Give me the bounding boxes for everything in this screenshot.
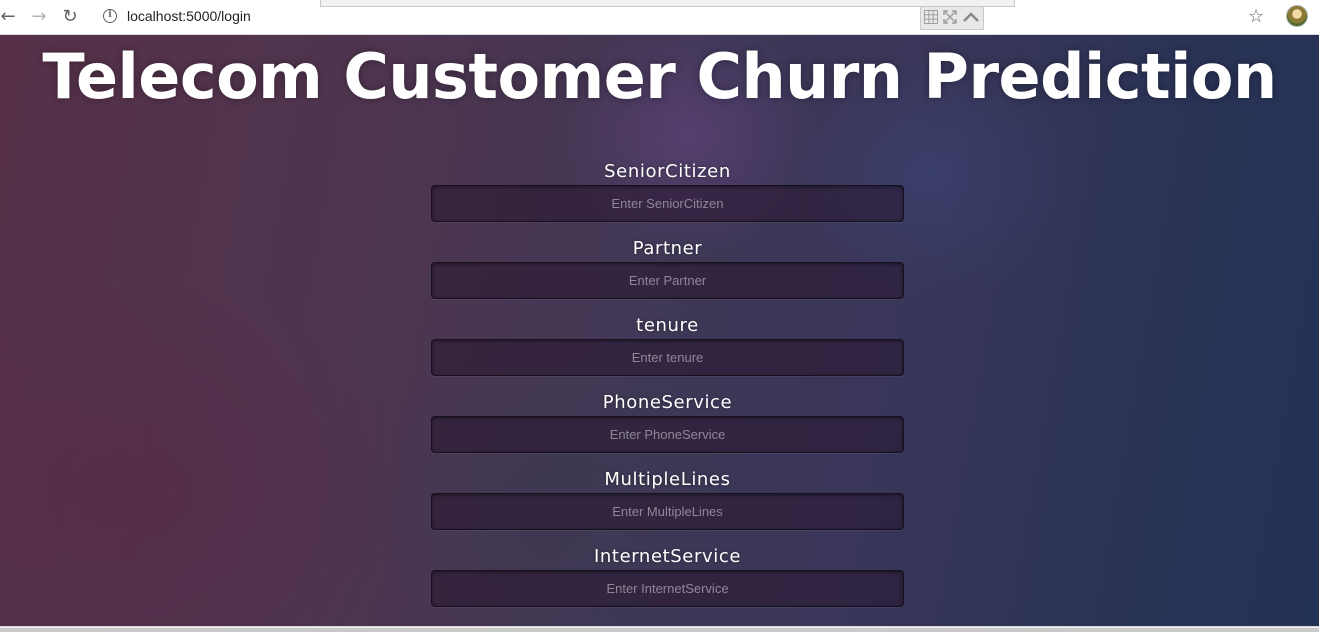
screenshot-tool-strip [320,0,1015,7]
field-label-partner: Partner [632,238,703,259]
internetservice-input[interactable] [431,570,904,607]
field-label-internetservice: InternetService [594,546,741,567]
field-group-internetservice: InternetService [430,544,905,621]
back-button[interactable]: ← [0,5,20,29]
background-glow [0,275,420,626]
address-bar[interactable]: localhost:5000/login [127,8,251,24]
scrollbar-thumb[interactable] [0,628,1319,632]
chevron-up-icon[interactable] [962,11,980,25]
forward-button[interactable]: → [27,5,51,29]
multiplelines-input[interactable] [431,493,904,530]
field-group-tenure: tenure [430,313,905,390]
reload-icon: ↻ [62,6,78,27]
bookmark-star-icon[interactable]: ☆ [1248,6,1264,27]
profile-avatar[interactable] [1286,5,1308,27]
field-label-phoneservice: PhoneService [602,392,733,413]
grid-icon[interactable] [923,10,938,26]
field-group-multiplelines: MultipleLines [430,467,905,544]
horizontal-scrollbar[interactable] [0,626,1319,632]
field-label-tenure: tenure [636,315,699,336]
arrow-left-icon: ← [0,6,16,27]
page-title: Telecom Customer Churn Prediction [42,40,1277,113]
arrow-right-icon: → [31,6,47,27]
field-group-phoneservice: PhoneService [430,390,905,467]
site-info-icon[interactable]: i [103,9,117,23]
field-label-seniorcitizen: SeniorCitizen [604,161,731,182]
browser-toolbar: ← → ↻ i localhost:5000/login ☆ [0,0,1319,35]
seniorcitizen-input[interactable] [431,185,904,222]
phoneservice-input[interactable] [431,416,904,453]
field-label-multiplelines: MultipleLines [604,469,731,490]
churn-prediction-form: SeniorCitizen Partner tenure PhoneServic… [430,159,905,621]
page-body: Telecom Customer Churn Prediction Senior… [0,35,1319,626]
reload-button[interactable]: ↻ [58,5,82,29]
partner-input[interactable] [431,262,904,299]
tenure-input[interactable] [431,339,904,376]
expand-icon[interactable] [943,10,957,26]
field-group-partner: Partner [430,236,905,313]
screenshot-tool-widget[interactable] [920,6,984,30]
field-group-seniorcitizen: SeniorCitizen [430,159,905,236]
